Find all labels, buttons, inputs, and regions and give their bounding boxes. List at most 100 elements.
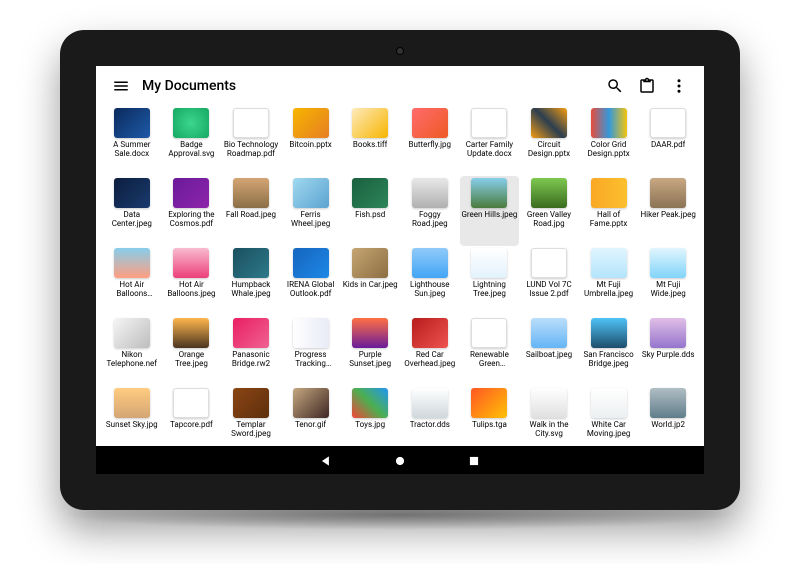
file-item[interactable]: Sailboat.jpeg <box>519 316 579 386</box>
file-label: Data Center.jpeg <box>104 210 160 228</box>
file-item[interactable]: Tapcore.pdf <box>162 386 222 446</box>
file-item[interactable]: A Summer Sale.docx <box>102 106 162 176</box>
file-item[interactable]: Fall Road.jpeg <box>221 176 281 246</box>
nav-back-button[interactable] <box>319 453 333 467</box>
file-item[interactable]: Sunset Sky.jpg <box>102 386 162 446</box>
nav-home-button[interactable] <box>393 453 407 467</box>
file-item[interactable]: Data Center.jpeg <box>102 176 162 246</box>
file-label: Tapcore.pdf <box>170 420 213 429</box>
file-item[interactable]: Hot Air Balloons.jpeg <box>162 246 222 316</box>
file-thumbnail <box>293 318 329 348</box>
file-item[interactable]: Toys.jpg <box>340 386 400 446</box>
file-thumbnail <box>233 248 269 278</box>
file-item[interactable]: Books.tiff <box>340 106 400 176</box>
file-item[interactable]: Progress Tracking SDG7... <box>281 316 341 386</box>
file-item[interactable]: Mt Fuji Umbrella.jpeg <box>579 246 639 316</box>
file-item[interactable]: Walk in the City.svg <box>519 386 579 446</box>
file-item[interactable]: Red Car Overhead.jpeg <box>400 316 460 386</box>
file-item[interactable]: Mt Fuji Wide.jpeg <box>638 246 698 316</box>
file-item[interactable]: Renewable Green Energy.p... <box>460 316 520 386</box>
file-thumbnail <box>650 318 686 348</box>
file-thumbnail <box>114 318 150 348</box>
file-item[interactable]: White Car Moving.jpeg <box>579 386 639 446</box>
nav-recents-button[interactable] <box>467 453 481 467</box>
file-item[interactable]: LUND Vol 7C Issue 2.pdf <box>519 246 579 316</box>
file-thumbnail <box>591 248 627 278</box>
file-item[interactable]: Bio Technology Roadmap.pdf <box>221 106 281 176</box>
square-recents-icon <box>467 454 481 468</box>
file-item[interactable]: Tenor.gif <box>281 386 341 446</box>
file-item[interactable]: Circuit Design.pptx <box>519 106 579 176</box>
screen: My Documents A Summer Sale.docxBadge App… <box>96 66 704 474</box>
file-label: Walk in the City.svg <box>521 420 577 438</box>
file-label: DAAR.pdf <box>651 140 685 149</box>
file-item[interactable]: Sky Purple.dds <box>638 316 698 386</box>
file-item[interactable]: Color Grid Design.pptx <box>579 106 639 176</box>
file-label: San Francisco Bridge.jpeg <box>581 350 637 368</box>
file-label: Green Valley Road.jpg <box>521 210 577 228</box>
file-item[interactable]: World.jp2 <box>638 386 698 446</box>
file-thumbnail <box>173 108 209 138</box>
file-item[interactable]: Lighthouse Sun.jpeg <box>400 246 460 316</box>
file-thumbnail <box>352 178 388 208</box>
file-label: Tulips.tga <box>472 420 507 429</box>
file-label: Tenor.gif <box>295 420 326 429</box>
file-label: Ferris Wheel.jpeg <box>283 210 339 228</box>
file-thumbnail <box>471 318 507 348</box>
file-thumbnail <box>531 248 567 278</box>
file-label: White Car Moving.jpeg <box>581 420 637 438</box>
menu-icon <box>112 77 130 95</box>
file-item[interactable]: Humpback Whale.jpeg <box>221 246 281 316</box>
file-item[interactable]: Hall of Fame.pptx <box>579 176 639 246</box>
file-label: Nikon Telephone.nef <box>104 350 160 368</box>
file-thumbnail <box>114 178 150 208</box>
file-label: Kids in Car.jpeg <box>343 280 398 289</box>
file-item[interactable]: Templar Sword.jpeg <box>221 386 281 446</box>
file-item[interactable]: San Francisco Bridge.jpeg <box>579 316 639 386</box>
search-icon <box>606 77 624 95</box>
file-item[interactable]: Badge Approval.svg <box>162 106 222 176</box>
hamburger-menu-button[interactable] <box>106 71 136 101</box>
file-label: Green Hills.jpeg <box>461 210 517 219</box>
file-item[interactable]: Panasonic Bridge.rw2 <box>221 316 281 386</box>
file-label: Hot Air Balloons Wide.jpeg <box>104 280 160 298</box>
file-thumbnail <box>352 108 388 138</box>
file-label: Sunset Sky.jpg <box>106 420 158 429</box>
file-label: Mt Fuji Umbrella.jpeg <box>581 280 637 298</box>
clipboard-icon <box>638 77 656 95</box>
file-item[interactable]: Exploring the Cosmos.pdf <box>162 176 222 246</box>
file-item[interactable]: DAAR.pdf <box>638 106 698 176</box>
file-item[interactable]: Carter Family Update.docx <box>460 106 520 176</box>
clipboard-button[interactable] <box>632 71 662 101</box>
file-item[interactable]: Ferris Wheel.jpeg <box>281 176 341 246</box>
file-label: Butterfly.jpg <box>409 140 452 149</box>
file-item[interactable]: Lightning Tree.jpeg <box>460 246 520 316</box>
file-item[interactable]: Orange Tree.jpeg <box>162 316 222 386</box>
search-button[interactable] <box>600 71 630 101</box>
file-thumbnail <box>412 178 448 208</box>
file-item[interactable]: Purple Sunset.jpeg <box>340 316 400 386</box>
overflow-menu-button[interactable] <box>664 71 694 101</box>
circle-home-icon <box>393 454 407 468</box>
file-item[interactable]: Nikon Telephone.nef <box>102 316 162 386</box>
file-item[interactable]: Bitcoin.pptx <box>281 106 341 176</box>
file-item[interactable]: Hiker Peak.jpeg <box>638 176 698 246</box>
more-vert-icon <box>670 77 688 95</box>
file-item[interactable]: IRENA Global Outlook.pdf <box>281 246 341 316</box>
file-thumbnail <box>173 178 209 208</box>
file-thumbnail <box>412 108 448 138</box>
file-item[interactable]: Tractor.dds <box>400 386 460 446</box>
file-item[interactable]: Hot Air Balloons Wide.jpeg <box>102 246 162 316</box>
file-item[interactable]: Green Valley Road.jpg <box>519 176 579 246</box>
file-thumbnail <box>352 318 388 348</box>
file-item[interactable]: Tulips.tga <box>460 386 520 446</box>
file-item[interactable]: Butterfly.jpg <box>400 106 460 176</box>
file-item[interactable]: Green Hills.jpeg <box>460 176 520 246</box>
file-thumbnail <box>412 248 448 278</box>
file-item[interactable]: Foggy Road.jpeg <box>400 176 460 246</box>
file-item[interactable]: Kids in Car.jpeg <box>340 246 400 316</box>
file-label: LUND Vol 7C Issue 2.pdf <box>521 280 577 298</box>
file-item[interactable]: Fish.psd <box>340 176 400 246</box>
file-thumbnail <box>531 388 567 418</box>
file-thumbnail <box>591 318 627 348</box>
